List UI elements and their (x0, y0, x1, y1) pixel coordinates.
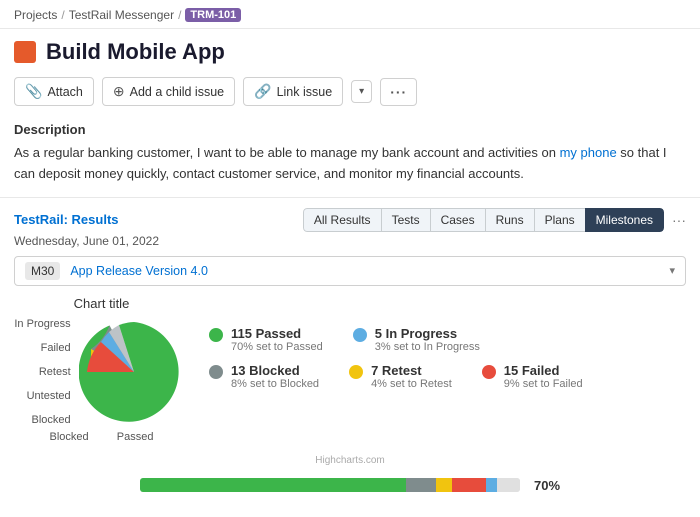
stat-main: 5 In Progress (375, 326, 480, 341)
pie-chart-container: Chart title In Progress Failed Retest Untes… (14, 296, 189, 443)
stat-info: 5 In Progress 3% set to In Progress (375, 326, 480, 353)
attach-label: Attach (47, 85, 82, 99)
stat-item: 115 Passed 70% set to Passed (209, 326, 323, 353)
stats-row-1: 115 Passed 70% set to Passed 5 In Progre… (209, 326, 686, 353)
child-issue-icon: ⊕ (113, 83, 125, 100)
stat-item: 15 Failed 9% set to Failed (482, 363, 583, 390)
stat-main: 15 Failed (504, 363, 583, 378)
link-issue-label: Link issue (277, 85, 333, 99)
title-area: Build Mobile App (0, 29, 700, 71)
stat-dot (482, 365, 496, 379)
pie-label: Failed (41, 342, 71, 354)
filter-chevron-icon: ▾ (669, 264, 675, 277)
toolbar-more-button[interactable]: ··· (380, 78, 417, 106)
testrail-title: TestRail: Results (14, 212, 119, 227)
progress-segment (140, 478, 406, 492)
result-tab-runs[interactable]: Runs (485, 208, 535, 232)
stat-dot (209, 328, 223, 342)
add-child-button[interactable]: ⊕ Add a child issue (102, 77, 235, 106)
testrail-header: TestRail: Results All ResultsTestsCasesR… (14, 208, 686, 232)
progress-segment (486, 478, 497, 492)
paperclip-icon: 📎 (25, 83, 42, 100)
stat-item: 7 Retest 4% set to Retest (349, 363, 452, 390)
stat-dot (353, 328, 367, 342)
result-tab-milestones[interactable]: Milestones (585, 208, 664, 232)
issue-type-icon (14, 41, 36, 63)
toolbar: 📎 Attach ⊕ Add a child issue 🔗 Link issu… (0, 71, 700, 116)
stat-sub: 4% set to Retest (371, 378, 452, 390)
progress-section: 70% (0, 474, 700, 507)
highcharts-credit: Highcharts.com (0, 451, 700, 474)
pie-label: Retest (39, 366, 71, 378)
stat-info: 15 Failed 9% set to Failed (504, 363, 583, 390)
progress-segment (436, 478, 451, 492)
result-tab-all-results[interactable]: All Results (303, 208, 382, 232)
filter-badge: M30 (25, 262, 60, 280)
breadcrumb-projects[interactable]: Projects (14, 8, 57, 22)
pie-labels-left: In Progress Failed Retest Untested Blocked (14, 318, 74, 426)
progress-segment (452, 478, 486, 492)
stat-info: 7 Retest 4% set to Retest (371, 363, 452, 390)
pie-with-labels: In Progress Failed Retest Untested Blocked (14, 317, 188, 427)
result-tab-tests[interactable]: Tests (381, 208, 431, 232)
issue-badge: TRM-101 (185, 8, 241, 22)
page-title: Build Mobile App (46, 39, 225, 65)
stat-main: 115 Passed (231, 326, 323, 341)
pie-labels-bottom: Blocked Passed (42, 431, 162, 443)
testrail-section: TestRail: Results All ResultsTestsCasesR… (0, 198, 700, 286)
link-issue-button[interactable]: 🔗 Link issue (243, 77, 343, 106)
result-tab-plans[interactable]: Plans (534, 208, 586, 232)
chart-title: Chart title (74, 296, 130, 311)
link-icon: 🔗 (254, 83, 271, 100)
pie-label: Blocked (31, 414, 70, 426)
stats-row-2: 13 Blocked 8% set to Blocked 7 Retest 4%… (209, 363, 686, 390)
progress-label: 70% (534, 478, 560, 493)
result-tabs: All ResultsTestsCasesRunsPlansMilestones (303, 208, 664, 232)
breadcrumb: Projects / TestRail Messenger / TRM-101 (0, 0, 700, 29)
stat-dot (209, 365, 223, 379)
testrail-date: Wednesday, June 01, 2022 (14, 234, 686, 248)
stat-sub: 70% set to Passed (231, 341, 323, 353)
toolbar-dropdown-button[interactable]: ▾ (351, 80, 372, 103)
testrail-more-button[interactable]: ··· (672, 212, 686, 228)
stat-item: 5 In Progress 3% set to In Progress (353, 326, 480, 353)
stat-main: 13 Blocked (231, 363, 319, 378)
stat-info: 115 Passed 70% set to Passed (231, 326, 323, 353)
result-tab-cases[interactable]: Cases (430, 208, 486, 232)
pie-chart-svg (79, 317, 189, 427)
add-child-label: Add a child issue (130, 85, 225, 99)
stat-sub: 3% set to In Progress (375, 341, 480, 353)
description-text: As a regular banking customer, I want to… (14, 143, 686, 185)
stat-info: 13 Blocked 8% set to Blocked (231, 363, 319, 390)
description-section: Description As a regular banking custome… (0, 116, 700, 198)
progress-segment (406, 478, 436, 492)
filter-link[interactable]: App Release Version 4.0 (70, 264, 208, 278)
pie-label: In Progress (14, 318, 70, 330)
stat-main: 7 Retest (371, 363, 452, 378)
progress-bar (140, 478, 520, 492)
stat-sub: 9% set to Failed (504, 378, 583, 390)
progress-segment (497, 478, 520, 492)
description-label: Description (14, 122, 686, 137)
stat-sub: 8% set to Blocked (231, 378, 319, 390)
filter-row[interactable]: M30 App Release Version 4.0 ▾ (14, 256, 686, 286)
breadcrumb-app[interactable]: TestRail Messenger (69, 8, 174, 22)
chart-area: Chart title In Progress Failed Retest Untes… (0, 296, 700, 451)
attach-button[interactable]: 📎 Attach (14, 77, 94, 106)
stats-container: 115 Passed 70% set to Passed 5 In Progre… (209, 296, 686, 390)
pie-label: Untested (27, 390, 71, 402)
stat-item: 13 Blocked 8% set to Blocked (209, 363, 319, 390)
stat-dot (349, 365, 363, 379)
